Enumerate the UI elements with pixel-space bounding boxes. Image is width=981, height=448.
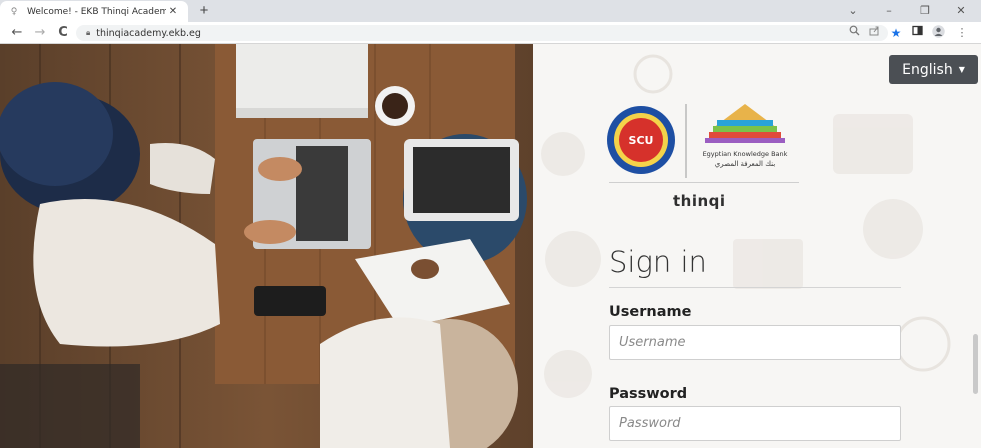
browser-tab-bar: ♀ Welcome! - EKB Thinqi Academy ✕ + ⌄ – … — [0, 0, 981, 22]
ekb-logo: Egyptian Knowledge Bank بنك المعرفة المص… — [703, 104, 788, 168]
language-dropdown-button[interactable]: English ▼ — [889, 55, 978, 84]
tab-title: Welcome! - EKB Thinqi Academy — [27, 6, 166, 17]
thinqi-logo: thinqi — [673, 192, 726, 210]
username-input[interactable] — [609, 325, 901, 360]
forward-button[interactable]: → — [31, 24, 49, 42]
favicon-icon: ♀ — [10, 6, 18, 17]
scu-logo: SCU — [607, 106, 675, 174]
tab-search-chevron-icon[interactable]: ⌄ — [838, 0, 868, 22]
heading-divider — [609, 287, 901, 288]
browser-toolbar: ← → C 🔒︎ thinqiacademy.ekb.eg ★ ⋮ — [0, 22, 981, 44]
url-text: thinqiacademy.ekb.eg — [96, 27, 201, 39]
lock-icon[interactable]: 🔒︎ — [86, 28, 90, 38]
web-page: English ▼ SCU Egyptian Knowledge Bank بن… — [0, 44, 981, 448]
caret-down-icon: ▼ — [958, 65, 965, 74]
back-button[interactable]: ← — [8, 24, 26, 42]
ekb-arabic-text: بنك المعرفة المصري — [715, 160, 775, 168]
zoom-icon[interactable] — [846, 25, 862, 41]
logos-graphic: SCU Egyptian Knowledge Bank بنك المعرفة … — [607, 104, 788, 178]
new-tab-button[interactable]: + — [195, 2, 213, 20]
share-icon[interactable] — [866, 25, 882, 41]
login-panel: English ▼ SCU Egyptian Knowledge Bank بن… — [533, 44, 981, 448]
password-input[interactable] — [609, 406, 901, 441]
bookmark-star-icon[interactable]: ★ — [888, 25, 904, 41]
tab-close-icon[interactable]: ✕ — [166, 6, 180, 17]
minimize-button[interactable]: – — [874, 0, 904, 22]
hero-photo — [0, 44, 533, 448]
brand-divider — [609, 182, 799, 183]
side-panel-icon[interactable] — [909, 25, 925, 41]
reload-button[interactable]: C — [54, 24, 72, 42]
password-label: Password — [609, 386, 688, 402]
address-bar[interactable]: 🔒︎ thinqiacademy.ekb.eg — [76, 25, 888, 41]
language-label: English — [902, 61, 953, 78]
browser-menu-icon[interactable]: ⋮ — [954, 25, 970, 41]
username-label: Username — [609, 304, 692, 320]
profile-avatar-icon[interactable] — [930, 25, 946, 41]
close-window-button[interactable]: ✕ — [946, 0, 976, 22]
svg-text:SCU: SCU — [629, 134, 654, 147]
restore-button[interactable]: ❐ — [910, 0, 940, 22]
sign-in-heading: Sign in — [609, 245, 707, 279]
browser-tab[interactable]: ♀ Welcome! - EKB Thinqi Academy ✕ — [0, 1, 188, 22]
partner-logos: SCU Egyptian Knowledge Bank بنك المعرفة … — [605, 100, 795, 182]
page-scrollbar[interactable] — [973, 334, 978, 394]
ekb-english-text: Egyptian Knowledge Bank — [703, 150, 788, 158]
